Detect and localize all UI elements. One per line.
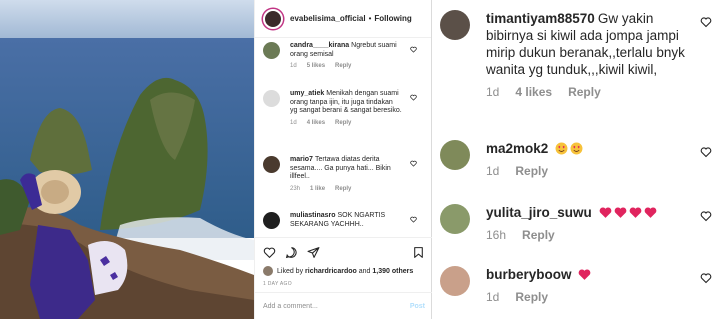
- comment-time: 23h: [290, 185, 301, 192]
- liked-by-row: Liked by richardricardoo and 1,390 other…: [263, 266, 425, 276]
- comment-body: ma2mok2: [486, 140, 686, 157]
- reply-button[interactable]: Reply: [335, 120, 351, 126]
- comment-likes[interactable]: 5 likes: [307, 63, 325, 69]
- comment-meta: 1d 5 likes Reply: [290, 63, 425, 69]
- comment-body: muliastinasro SOK NGARTIS SEKARANG YACHHH…: [290, 212, 402, 229]
- commenter-avatar[interactable]: [440, 204, 470, 234]
- red-heart-emoji-icon: [578, 269, 591, 280]
- post-actions: Liked by richardricardoo and 1,390 other…: [255, 237, 433, 287]
- reply-button[interactable]: Reply: [515, 290, 548, 304]
- following-button[interactable]: Following: [374, 14, 411, 23]
- heart-eyes-emoji-icon: [570, 142, 583, 155]
- comment-likes[interactable]: 4 likes: [307, 120, 325, 126]
- like-heart-icon[interactable]: [410, 94, 417, 101]
- comment-username[interactable]: ma2mok2: [486, 141, 548, 156]
- reply-button[interactable]: Reply: [515, 164, 548, 178]
- action-icons: [263, 244, 425, 260]
- heart-eyes-emoji-icon: [555, 142, 568, 155]
- heart-icon[interactable]: [263, 246, 276, 259]
- add-comment-bar: Add a comment... Post: [255, 292, 433, 319]
- comment-item: umy_atiek Menikah dengan suami orang tanp…: [263, 90, 425, 126]
- comment-time: 1d: [290, 119, 297, 126]
- like-heart-icon[interactable]: [410, 160, 417, 167]
- comment-username[interactable]: timantiyam88570: [486, 11, 595, 26]
- zoomed-comments: timantiyam88570 Gw yakin bibirnya si kiwi…: [432, 0, 720, 319]
- commenter-avatar[interactable]: [263, 90, 280, 107]
- comment-item: burberyboow 1d Reply: [440, 266, 712, 304]
- reply-button[interactable]: Reply: [522, 228, 555, 242]
- comment-input[interactable]: Add a comment...: [263, 303, 410, 310]
- commenter-avatar[interactable]: [263, 212, 280, 229]
- post-photo: [0, 0, 254, 319]
- liker-avatar[interactable]: [263, 266, 273, 276]
- liked-by-others[interactable]: 1,390 others: [372, 268, 413, 275]
- comment-time: 1d: [486, 290, 500, 304]
- comment-username[interactable]: mario7: [290, 156, 313, 163]
- comment-meta: 1d 4 likes Reply: [290, 120, 425, 126]
- red-heart-emoji-icon: [629, 207, 641, 218]
- commenter-avatar[interactable]: [440, 140, 470, 170]
- comment-meta: 23h 1 like Reply: [290, 186, 425, 192]
- reply-button[interactable]: Reply: [568, 85, 601, 99]
- comment-time: 1d: [486, 164, 500, 178]
- comment-time: 1d: [486, 85, 500, 99]
- comment-username[interactable]: burberyboow: [486, 267, 572, 282]
- like-heart-icon[interactable]: [700, 146, 712, 158]
- share-icon[interactable]: [307, 246, 320, 259]
- comment-meta: 1d 4 likes Reply: [486, 85, 712, 99]
- post-header: evabelisima_official • Following: [255, 0, 431, 38]
- commenter-avatar[interactable]: [440, 266, 470, 296]
- comment-item: mario7 Tertawa diatas derita sesama.... G…: [263, 156, 425, 192]
- reply-button[interactable]: Reply: [335, 186, 351, 192]
- like-heart-icon[interactable]: [700, 210, 712, 222]
- comment-item: yulita_jiro_suwu 16h Reply: [440, 204, 712, 242]
- like-heart-icon[interactable]: [410, 46, 417, 53]
- comment-body: burberyboow: [486, 266, 686, 283]
- red-heart-emoji-icon: [644, 207, 656, 218]
- reply-button[interactable]: Reply: [335, 63, 351, 69]
- comment-body: candra____kirana Ngrebut suami orang semi…: [290, 42, 402, 59]
- like-heart-icon[interactable]: [700, 272, 712, 284]
- comment-likes[interactable]: 1 like: [310, 186, 325, 192]
- comment-body: timantiyam88570 Gw yakin bibirnya si kiwi…: [486, 10, 686, 78]
- author-avatar[interactable]: [263, 8, 283, 29]
- comment-username[interactable]: umy_atiek: [290, 90, 324, 97]
- comment-meta: 1d Reply: [486, 290, 712, 304]
- comment-item: ma2mok2 1d Reply: [440, 140, 712, 178]
- comment-body: yulita_jiro_suwu: [486, 204, 686, 221]
- post-comments-panel: evabelisima_official • Following candra_…: [254, 0, 433, 319]
- comment-item: muliastinasro SOK NGARTIS SEKARANG YACHHH…: [263, 212, 425, 229]
- comment-username[interactable]: candra____kirana: [290, 42, 349, 49]
- post-date: 1 DAY AGO: [263, 281, 292, 287]
- commenter-avatar[interactable]: [263, 156, 280, 173]
- comment-username[interactable]: yulita_jiro_suwu: [486, 205, 592, 220]
- comment-meta: 16h Reply: [486, 228, 712, 242]
- comment-likes[interactable]: 4 likes: [515, 85, 552, 99]
- commenter-avatar[interactable]: [440, 10, 470, 40]
- commenter-avatar[interactable]: [263, 42, 280, 59]
- comment-icon[interactable]: [285, 246, 298, 259]
- red-heart-emoji-icon: [614, 207, 626, 218]
- post-comment-button[interactable]: Post: [410, 303, 425, 310]
- liked-by-prefix: Liked by: [277, 267, 304, 275]
- comment-item: candra____kirana Ngrebut suami orang semi…: [263, 42, 425, 69]
- liked-by-and: and: [358, 267, 371, 275]
- comment-meta: 1d Reply: [486, 164, 712, 178]
- bookmark-icon[interactable]: [412, 246, 425, 259]
- like-heart-icon[interactable]: [700, 16, 712, 28]
- comment-time: 1d: [290, 63, 297, 70]
- comment-body: mario7 Tertawa diatas derita sesama.... G…: [290, 156, 402, 182]
- red-heart-emoji-icon: [599, 207, 611, 218]
- comment-item: timantiyam88570 Gw yakin bibirnya si kiwi…: [440, 10, 712, 99]
- comment-body: umy_atiek Menikah dengan suami orang tanp…: [290, 90, 402, 116]
- separator-dot: •: [368, 14, 372, 23]
- like-heart-icon[interactable]: [410, 216, 417, 223]
- liked-by-user[interactable]: richardricardoo: [305, 268, 357, 275]
- comment-username[interactable]: muliastinasro: [290, 212, 336, 219]
- comment-time: 16h: [486, 228, 507, 242]
- author-username[interactable]: evabelisima_official: [290, 14, 366, 23]
